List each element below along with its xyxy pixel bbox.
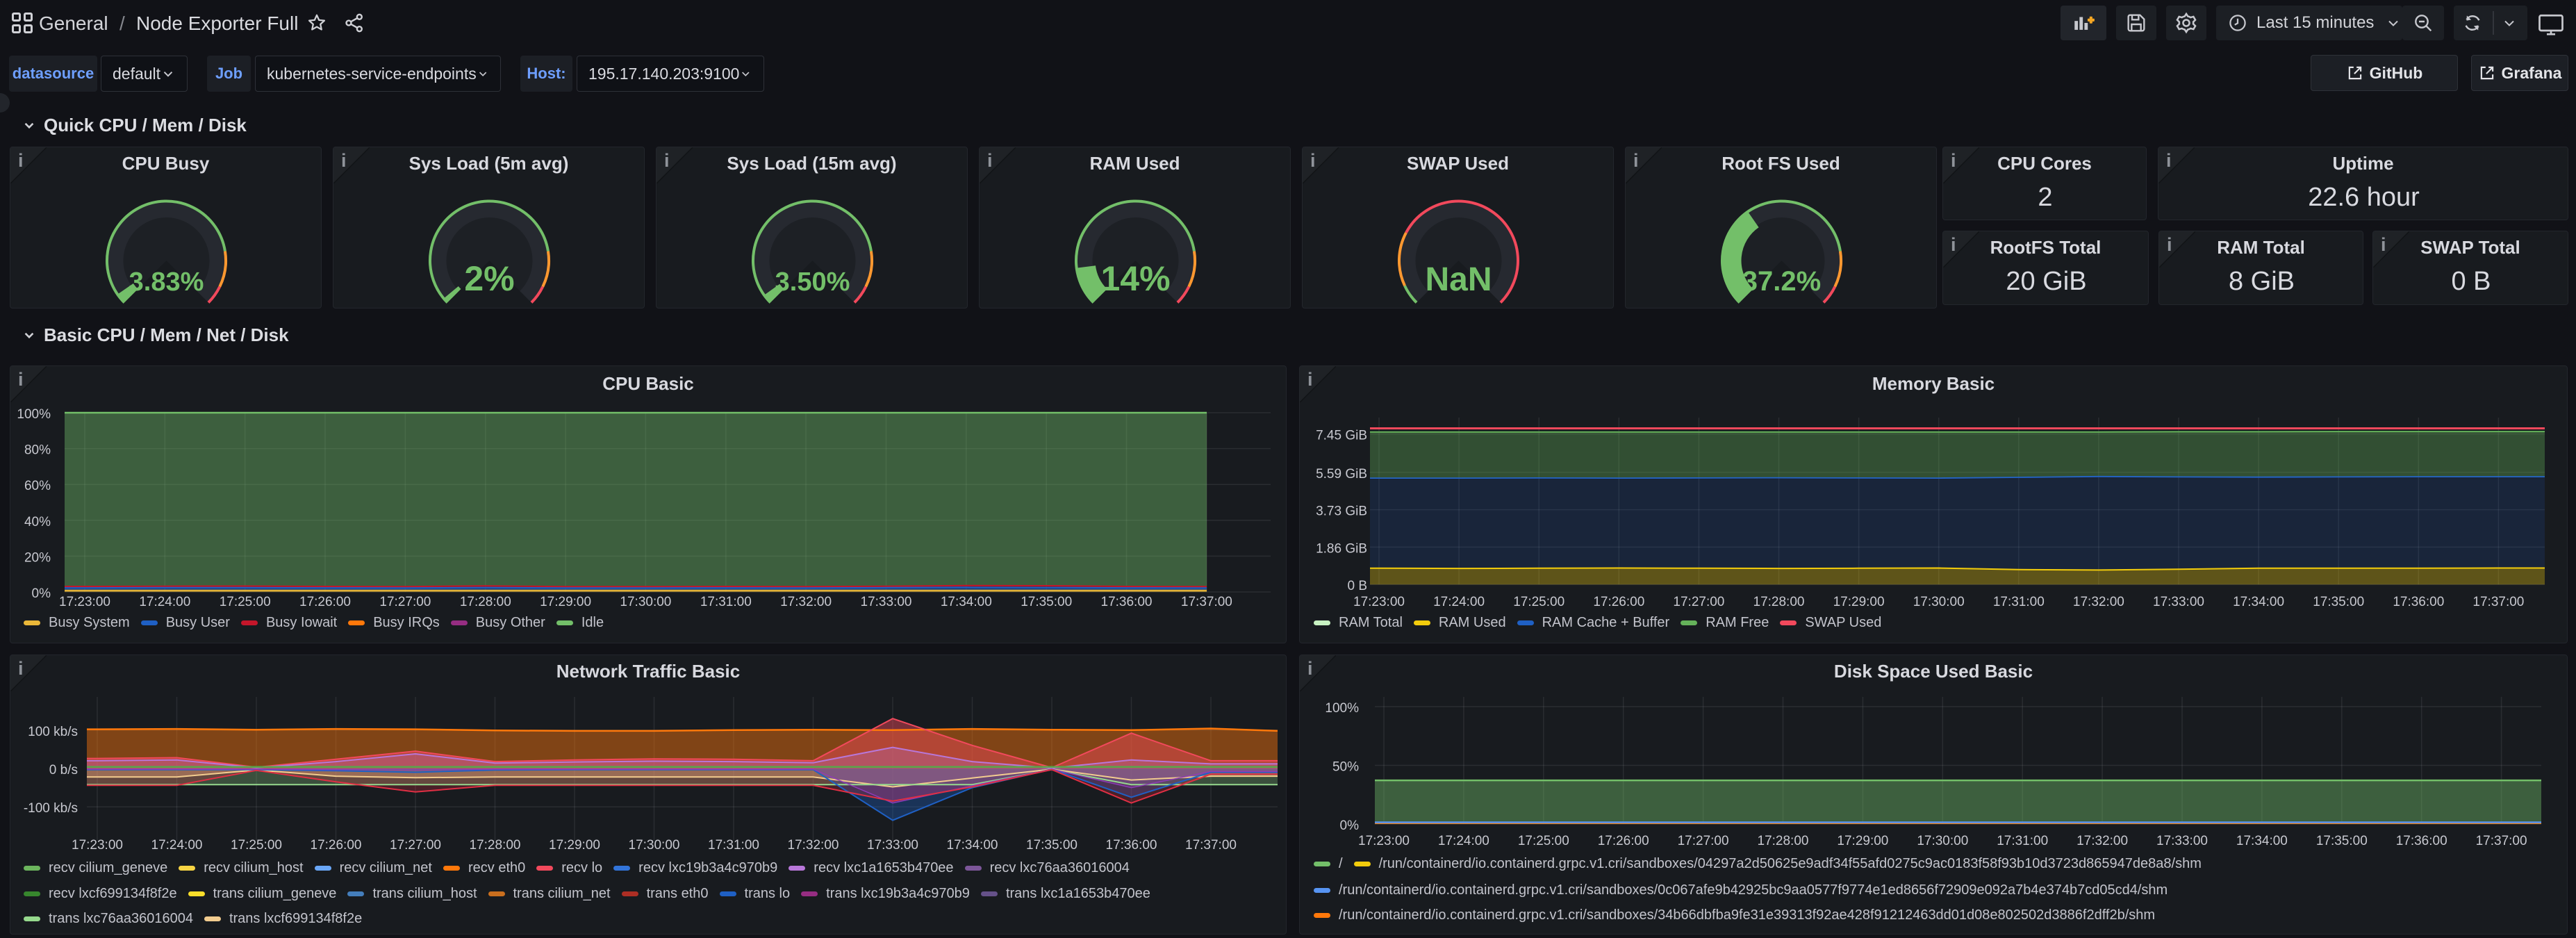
svg-text:17:31:00: 17:31:00 (708, 838, 759, 853)
svg-text:17:32:00: 17:32:00 (780, 595, 832, 609)
svg-text:1.86 GiB: 1.86 GiB (1316, 541, 1367, 556)
svg-text:17:34:00: 17:34:00 (941, 595, 992, 609)
svg-text:17:34:00: 17:34:00 (947, 838, 998, 853)
svg-text:17:32:00: 17:32:00 (2077, 834, 2128, 848)
svg-text:17:27:00: 17:27:00 (1673, 595, 1724, 609)
svg-text:17:32:00: 17:32:00 (788, 838, 839, 853)
svg-text:17:35:00: 17:35:00 (2313, 595, 2364, 609)
svg-text:17:29:00: 17:29:00 (549, 838, 600, 853)
svg-text:17:23:00: 17:23:00 (1358, 834, 1410, 848)
svg-text:NaN: NaN (1425, 261, 1492, 298)
svg-text:17:23:00: 17:23:00 (72, 838, 123, 853)
svg-text:17:35:00: 17:35:00 (2316, 834, 2368, 848)
svg-text:17:24:00: 17:24:00 (139, 595, 190, 609)
svg-text:17:35:00: 17:35:00 (1021, 595, 1072, 609)
svg-text:17:28:00: 17:28:00 (1753, 595, 1805, 609)
svg-text:17:31:00: 17:31:00 (1997, 834, 2048, 848)
svg-text:17:32:00: 17:32:00 (2073, 595, 2124, 609)
svg-text:17:25:00: 17:25:00 (231, 838, 282, 853)
svg-text:80%: 80% (24, 443, 51, 458)
svg-text:17:36:00: 17:36:00 (2393, 595, 2444, 609)
svg-text:17:27:00: 17:27:00 (1678, 834, 1729, 848)
svg-text:100%: 100% (17, 407, 51, 422)
svg-text:17:26:00: 17:26:00 (299, 595, 351, 609)
svg-text:17:36:00: 17:36:00 (1106, 838, 1157, 853)
svg-text:17:30:00: 17:30:00 (1917, 834, 1968, 848)
svg-text:17:26:00: 17:26:00 (311, 838, 362, 853)
svg-text:17:24:00: 17:24:00 (151, 838, 203, 853)
svg-text:40%: 40% (24, 515, 51, 529)
svg-text:17:25:00: 17:25:00 (1513, 595, 1564, 609)
svg-text:20%: 20% (24, 550, 51, 565)
svg-text:60%: 60% (24, 479, 51, 493)
svg-text:17:27:00: 17:27:00 (379, 595, 431, 609)
svg-text:17:33:00: 17:33:00 (867, 838, 918, 853)
svg-text:17:28:00: 17:28:00 (1758, 834, 1809, 848)
svg-text:17:37:00: 17:37:00 (1185, 838, 1237, 853)
svg-text:17:26:00: 17:26:00 (1598, 834, 1649, 848)
svg-text:17:25:00: 17:25:00 (220, 595, 271, 609)
svg-text:17:27:00: 17:27:00 (390, 838, 441, 853)
svg-text:17:23:00: 17:23:00 (1353, 595, 1405, 609)
svg-text:0%: 0% (32, 586, 51, 601)
svg-text:17:24:00: 17:24:00 (1433, 595, 1485, 609)
svg-text:100 kb/s: 100 kb/s (28, 725, 78, 739)
svg-text:100%: 100% (1325, 701, 1359, 716)
svg-text:50%: 50% (1332, 760, 1359, 775)
svg-text:17:37:00: 17:37:00 (1181, 595, 1232, 609)
svg-text:17:37:00: 17:37:00 (2472, 595, 2524, 609)
svg-text:3.50%: 3.50% (775, 268, 850, 297)
svg-text:5.59 GiB: 5.59 GiB (1316, 467, 1367, 482)
svg-text:17:28:00: 17:28:00 (470, 838, 521, 853)
svg-text:0 B: 0 B (1347, 579, 1367, 593)
svg-text:17:33:00: 17:33:00 (2153, 595, 2204, 609)
svg-text:17:36:00: 17:36:00 (2396, 834, 2447, 848)
svg-text:17:30:00: 17:30:00 (629, 838, 680, 853)
svg-text:17:29:00: 17:29:00 (1837, 834, 1888, 848)
svg-text:17:31:00: 17:31:00 (700, 595, 752, 609)
svg-text:17:29:00: 17:29:00 (1833, 595, 1885, 609)
svg-text:17:24:00: 17:24:00 (1438, 834, 1489, 848)
svg-text:17:28:00: 17:28:00 (460, 595, 511, 609)
svg-text:17:25:00: 17:25:00 (1518, 834, 1569, 848)
svg-text:17:34:00: 17:34:00 (2233, 595, 2284, 609)
svg-text:3.83%: 3.83% (129, 268, 204, 297)
svg-text:17:29:00: 17:29:00 (540, 595, 591, 609)
svg-text:17:33:00: 17:33:00 (861, 595, 912, 609)
svg-text:17:36:00: 17:36:00 (1101, 595, 1153, 609)
svg-text:0 b/s: 0 b/s (49, 763, 78, 777)
svg-text:17:35:00: 17:35:00 (1026, 838, 1078, 853)
svg-text:17:26:00: 17:26:00 (1593, 595, 1644, 609)
svg-text:-100 kb/s: -100 kb/s (24, 801, 78, 816)
svg-text:2%: 2% (464, 259, 514, 298)
svg-text:17:23:00: 17:23:00 (59, 595, 110, 609)
svg-text:17:34:00: 17:34:00 (2236, 834, 2288, 848)
svg-text:3.73 GiB: 3.73 GiB (1316, 504, 1367, 519)
svg-text:17:37:00: 17:37:00 (2476, 834, 2527, 848)
svg-text:0%: 0% (1340, 818, 1360, 833)
svg-text:17:30:00: 17:30:00 (1913, 595, 1965, 609)
svg-text:37.2%: 37.2% (1742, 266, 1821, 297)
svg-text:17:33:00: 17:33:00 (2156, 834, 2208, 848)
svg-text:7.45 GiB: 7.45 GiB (1316, 429, 1367, 443)
svg-text:17:31:00: 17:31:00 (1993, 595, 2045, 609)
svg-text:14%: 14% (1100, 259, 1170, 298)
svg-text:17:30:00: 17:30:00 (620, 595, 671, 609)
